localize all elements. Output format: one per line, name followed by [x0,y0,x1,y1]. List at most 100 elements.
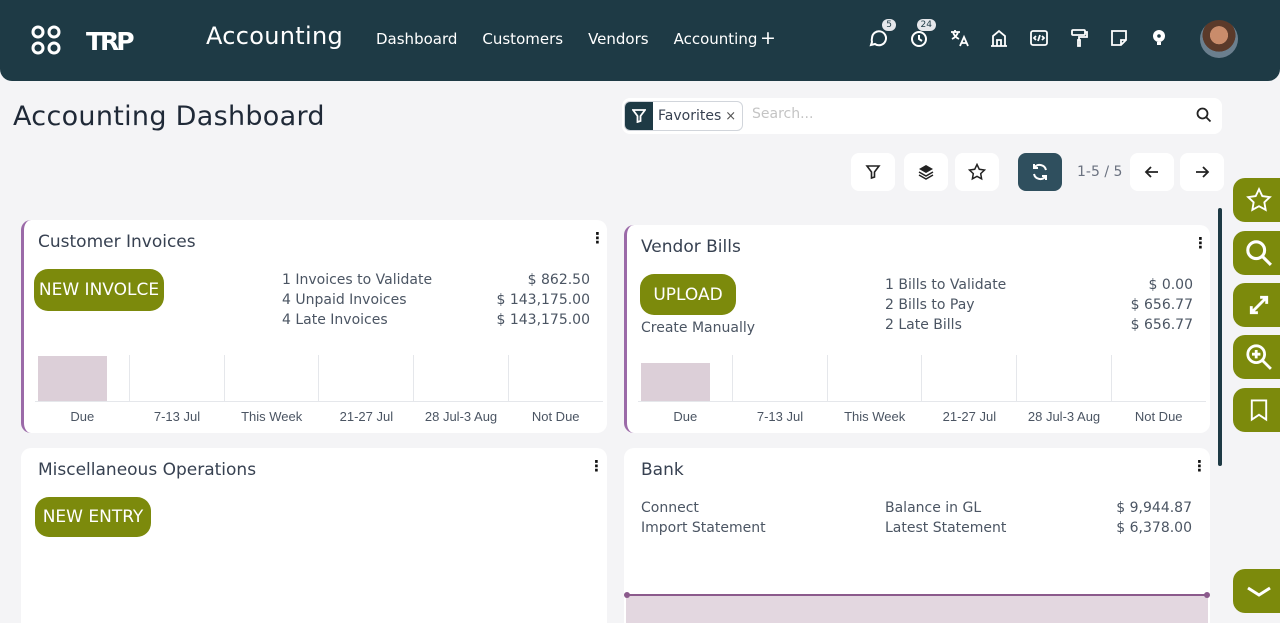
add-menu-button[interactable]: + [760,27,776,49]
paint-roller-icon[interactable] [1068,26,1090,50]
menu-item-accounting[interactable]: Accounting [674,30,758,48]
card-options-icon[interactable]: ⋮ [589,457,604,475]
svg-text:TRP: TRP [86,27,134,54]
card-title[interactable]: Miscellaneous Operations [38,460,256,480]
chart-tick-label: This Week [844,409,906,424]
translate-icon[interactable] [948,26,970,50]
pager-value[interactable]: 1-5 / 5 [1077,164,1122,180]
zoom-in-icon [1246,344,1272,370]
import-statement-link[interactable]: Import Statement [641,520,766,536]
card-options-icon[interactable]: ⋮ [1192,457,1207,475]
chart-column[interactable] [319,355,415,401]
stat-row[interactable]: 1 Bills to Validate $ 0.00 [885,277,1193,293]
chart-bar[interactable] [38,356,107,401]
stat-row[interactable]: Balance in GL $ 9,944.87 [885,500,1192,516]
apps-menu-icon[interactable] [30,24,62,56]
create-manually-link[interactable]: Create Manually [641,320,755,336]
lightbulb-icon[interactable] [1148,26,1170,50]
chart-column[interactable] [922,355,1018,401]
chart-column[interactable] [35,355,130,401]
chart-column[interactable] [225,355,320,401]
stat-row[interactable]: 4 Unpaid Invoices $ 143,175.00 [282,292,590,308]
chart-tick-label: 28 Jul-3 Aug [424,409,498,424]
chart-tick-label: 21-27 Jul [339,409,394,424]
favorites-button[interactable] [955,153,999,191]
bank-balance-graph[interactable] [624,592,1210,623]
stat-row[interactable]: 4 Late Invoices $ 143,175.00 [282,312,590,328]
card-title[interactable]: Vendor Bills [641,237,741,257]
stat-value: $ 143,175.00 [496,312,590,328]
vendor-bills-card: Vendor Bills ⋮ UPLOAD Create Manually 1 … [624,225,1210,433]
new-invoice-button[interactable]: NEW INVOLCE [34,269,164,311]
stat-row[interactable]: 2 Bills to Pay $ 656.77 [885,297,1193,313]
connect-link[interactable]: Connect [641,500,699,516]
expand-icon [1249,295,1269,315]
stat-label: 2 Bills to Pay [885,297,975,313]
customer-invoices-card: Customer Invoices ⋮ NEW INVOLCE 1 Invoic… [21,220,607,433]
side-favorite-button[interactable] [1233,178,1280,222]
side-collapse-button[interactable] [1233,569,1280,613]
activities-clock-icon[interactable]: 24 [908,19,936,50]
favorites-filter-facet[interactable]: Favorites × [624,101,744,131]
stat-value: $ 6,378.00 [1116,520,1192,536]
systray: 5 24 [868,19,1170,50]
filter-icon [625,102,653,130]
card-title[interactable]: Customer Invoices [38,232,196,252]
stat-row[interactable]: Latest Statement $ 6,378.00 [885,520,1192,536]
chart-column[interactable] [414,355,510,401]
chart-tick-label: 28 Jul-3 Aug [1027,409,1101,424]
main-menu: Dashboard Customers Vendors Accounting [376,30,757,48]
chart-tick-label: Not Due [531,409,580,424]
chart-column[interactable] [828,355,923,401]
stat-row[interactable]: 2 Late Bills $ 656.77 [885,317,1193,333]
stat-label: Latest Statement [885,520,1007,536]
stat-row[interactable]: 1 Invoices to Validate $ 862.50 [282,272,590,288]
chart-column[interactable] [130,355,225,401]
stat-label: Balance in GL [885,500,982,516]
card-title[interactable]: Bank [641,460,684,480]
card-options-icon[interactable]: ⋮ [590,229,605,247]
search-icon[interactable] [1196,107,1212,127]
filter-button[interactable] [851,153,895,191]
activities-badge: 24 [916,19,936,31]
stat-label: 1 Invoices to Validate [282,272,433,288]
chart-column[interactable] [733,355,828,401]
group-by-button[interactable] [904,153,948,191]
user-avatar[interactable] [1200,20,1238,58]
search-input[interactable] [752,106,1172,122]
side-search-button[interactable] [1233,231,1280,275]
menu-item-dashboard[interactable]: Dashboard [376,30,457,48]
card-options-icon[interactable]: ⋮ [1193,234,1208,252]
remove-filter-button[interactable]: × [725,109,742,124]
refresh-icon [1033,163,1047,181]
chart-column[interactable] [509,355,603,401]
bookmark-icon [1250,399,1268,422]
stat-label: 4 Unpaid Invoices [282,292,407,308]
misc-operations-card: Miscellaneous Operations ⋮ NEW ENTRY [21,448,607,623]
menu-item-vendors[interactable]: Vendors [588,30,649,48]
chart-tick-label: 7-13 Jul [756,409,804,424]
company-switch-icon[interactable] [988,26,1010,50]
chart-bar[interactable] [641,363,710,401]
next-page-button[interactable] [1180,153,1224,191]
chart-column[interactable] [1112,355,1206,401]
top-navbar: TRP Accounting Dashboard Customers Vendo… [0,0,1280,81]
chevron-down-icon [1247,586,1271,597]
menu-item-customers[interactable]: Customers [482,30,563,48]
company-logo[interactable]: TRP [86,26,137,56]
chart-column[interactable] [638,355,733,401]
messages-icon[interactable]: 5 [868,19,896,50]
side-zoom-button[interactable] [1233,335,1280,379]
side-expand-button[interactable] [1233,283,1280,327]
filter-icon [865,165,881,180]
chart-column[interactable] [1017,355,1113,401]
code-icon[interactable] [1028,26,1050,50]
notes-icon[interactable] [1108,26,1130,50]
upload-button[interactable]: UPLOAD [640,274,736,315]
previous-page-button[interactable] [1130,153,1174,191]
side-scroll-indicator[interactable] [1218,208,1222,466]
page-title: Accounting Dashboard [13,101,325,132]
refresh-button[interactable] [1018,153,1062,191]
new-entry-button[interactable]: NEW ENTRY [35,497,151,537]
side-bookmark-button[interactable] [1233,388,1280,432]
